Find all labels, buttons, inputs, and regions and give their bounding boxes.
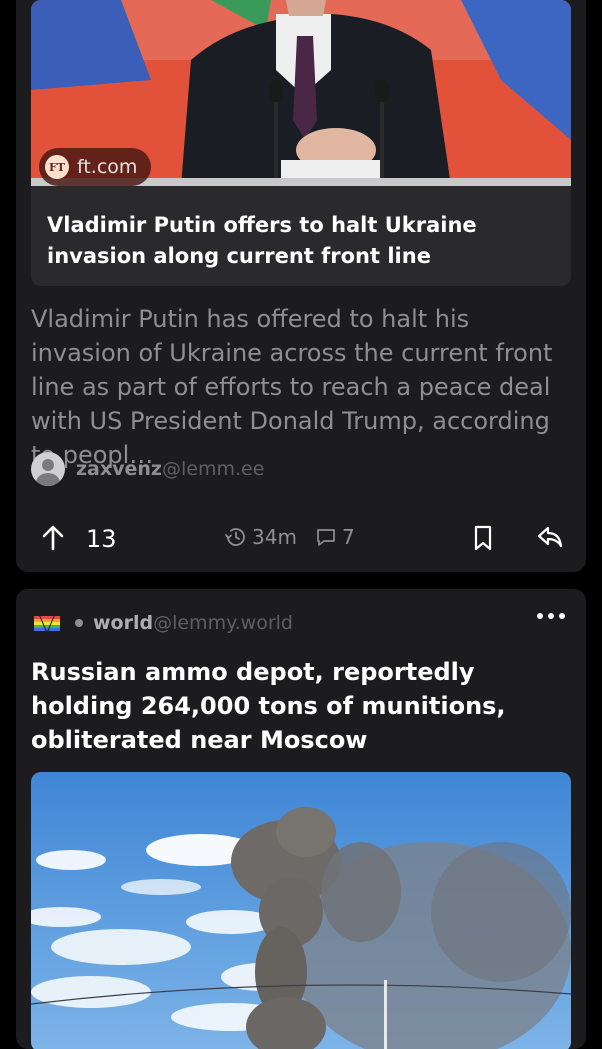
link-domain: ft.com — [77, 156, 138, 178]
community-instance: @lemmy.world — [153, 612, 293, 634]
ft-logo-icon: FT — [45, 155, 69, 179]
link-domain-badge[interactable]: FT ft.com — [39, 148, 152, 186]
comments-count-text: 7 — [342, 525, 355, 549]
comment-bubble-icon — [317, 529, 335, 546]
action-bar: 13 34m 7 — [16, 518, 586, 562]
community-name[interactable]: world — [93, 612, 153, 634]
community-world-icon — [33, 611, 61, 635]
post-excerpt: Vladimir Putin has offered to halt his i… — [31, 305, 553, 469]
post-age-text: 34m — [252, 525, 297, 549]
author-row[interactable]: zaxvenz@lemm.ee — [31, 451, 264, 487]
score-count: 13 — [86, 525, 117, 553]
ellipsis-icon — [537, 613, 543, 619]
link-embed[interactable]: FT ft.com Vladimir Putin offers to halt … — [31, 0, 571, 286]
more-options-button[interactable] — [537, 613, 565, 619]
post-image[interactable] — [31, 772, 571, 1049]
link-title-box[interactable]: Vladimir Putin offers to halt Ukraine in… — [31, 186, 571, 286]
save-button[interactable] — [472, 523, 494, 557]
history-clock-icon — [225, 528, 245, 546]
link-title: Vladimir Putin offers to halt Ukraine in… — [47, 213, 477, 268]
avatar[interactable] — [31, 452, 65, 486]
bookmark-icon — [474, 525, 492, 551]
post-age: 34m — [224, 525, 297, 549]
community-row[interactable]: world @lemmy.world — [33, 609, 293, 637]
reply-button[interactable] — [536, 523, 564, 555]
upvote-arrow-icon — [42, 525, 64, 551]
link-thumbnail[interactable]: FT ft.com — [31, 0, 571, 186]
post-card[interactable]: world @lemmy.world Russian ammo depot, re… — [16, 589, 586, 1049]
upvote-button[interactable] — [40, 524, 66, 556]
reply-arrow-icon — [537, 526, 563, 548]
author-name[interactable]: zaxvenz — [76, 458, 162, 480]
comments-count[interactable]: 7 — [314, 525, 355, 549]
post-title[interactable]: Russian ammo depot, reportedly holding 2… — [31, 655, 576, 757]
separator-dot — [75, 619, 83, 627]
author-instance: @lemm.ee — [162, 458, 265, 480]
post-card[interactable]: FT ft.com Vladimir Putin offers to halt … — [16, 0, 586, 572]
